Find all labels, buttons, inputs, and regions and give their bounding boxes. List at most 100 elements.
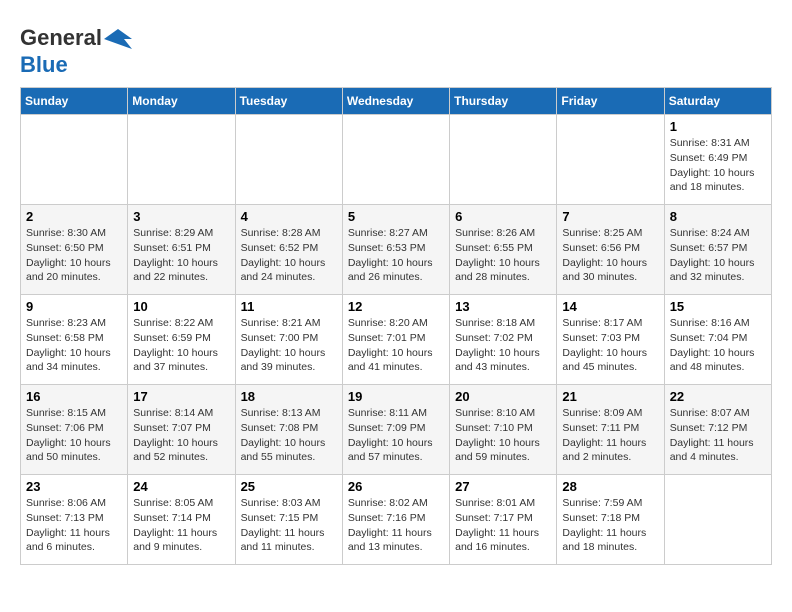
day-number: 6	[455, 209, 551, 224]
day-info: Sunrise: 8:10 AMSunset: 7:10 PMDaylight:…	[455, 407, 540, 463]
day-info: Sunrise: 8:09 AMSunset: 7:11 PMDaylight:…	[562, 407, 646, 463]
weekday-header-monday: Monday	[128, 88, 235, 115]
calendar-cell	[342, 115, 449, 205]
weekday-header-tuesday: Tuesday	[235, 88, 342, 115]
day-number: 4	[241, 209, 337, 224]
day-info: Sunrise: 8:07 AMSunset: 7:12 PMDaylight:…	[670, 407, 754, 463]
day-number: 14	[562, 299, 658, 314]
calendar-cell: 27 Sunrise: 8:01 AMSunset: 7:17 PMDaylig…	[450, 475, 557, 565]
calendar-cell	[235, 115, 342, 205]
calendar-cell: 6 Sunrise: 8:26 AMSunset: 6:55 PMDayligh…	[450, 205, 557, 295]
day-info: Sunrise: 8:14 AMSunset: 7:07 PMDaylight:…	[133, 407, 218, 463]
calendar-week-5: 23 Sunrise: 8:06 AMSunset: 7:13 PMDaylig…	[21, 475, 772, 565]
calendar-cell	[21, 115, 128, 205]
day-number: 21	[562, 389, 658, 404]
calendar-cell: 15 Sunrise: 8:16 AMSunset: 7:04 PMDaylig…	[664, 295, 771, 385]
day-number: 3	[133, 209, 229, 224]
day-number: 20	[455, 389, 551, 404]
day-number: 15	[670, 299, 766, 314]
logo-blue: Blue	[20, 52, 68, 77]
calendar-week-3: 9 Sunrise: 8:23 AMSunset: 6:58 PMDayligh…	[21, 295, 772, 385]
calendar-cell: 5 Sunrise: 8:27 AMSunset: 6:53 PMDayligh…	[342, 205, 449, 295]
calendar-cell: 26 Sunrise: 8:02 AMSunset: 7:16 PMDaylig…	[342, 475, 449, 565]
day-number: 22	[670, 389, 766, 404]
calendar-cell: 3 Sunrise: 8:29 AMSunset: 6:51 PMDayligh…	[128, 205, 235, 295]
day-number: 11	[241, 299, 337, 314]
calendar-cell: 9 Sunrise: 8:23 AMSunset: 6:58 PMDayligh…	[21, 295, 128, 385]
calendar-cell: 17 Sunrise: 8:14 AMSunset: 7:07 PMDaylig…	[128, 385, 235, 475]
day-info: Sunrise: 8:31 AMSunset: 6:49 PMDaylight:…	[670, 137, 755, 193]
day-number: 7	[562, 209, 658, 224]
calendar-week-2: 2 Sunrise: 8:30 AMSunset: 6:50 PMDayligh…	[21, 205, 772, 295]
calendar-cell	[450, 115, 557, 205]
calendar-cell: 13 Sunrise: 8:18 AMSunset: 7:02 PMDaylig…	[450, 295, 557, 385]
day-info: Sunrise: 8:17 AMSunset: 7:03 PMDaylight:…	[562, 317, 647, 373]
day-number: 13	[455, 299, 551, 314]
calendar-cell: 24 Sunrise: 8:05 AMSunset: 7:14 PMDaylig…	[128, 475, 235, 565]
day-info: Sunrise: 8:22 AMSunset: 6:59 PMDaylight:…	[133, 317, 218, 373]
day-number: 25	[241, 479, 337, 494]
weekday-header-saturday: Saturday	[664, 88, 771, 115]
day-info: Sunrise: 8:05 AMSunset: 7:14 PMDaylight:…	[133, 497, 217, 553]
calendar-cell: 7 Sunrise: 8:25 AMSunset: 6:56 PMDayligh…	[557, 205, 664, 295]
day-info: Sunrise: 8:23 AMSunset: 6:58 PMDaylight:…	[26, 317, 111, 373]
day-info: Sunrise: 7:59 AMSunset: 7:18 PMDaylight:…	[562, 497, 646, 553]
day-number: 5	[348, 209, 444, 224]
day-number: 8	[670, 209, 766, 224]
day-number: 19	[348, 389, 444, 404]
logo-bird-icon	[104, 25, 132, 53]
day-number: 26	[348, 479, 444, 494]
calendar-cell: 12 Sunrise: 8:20 AMSunset: 7:01 PMDaylig…	[342, 295, 449, 385]
calendar-table: SundayMondayTuesdayWednesdayThursdayFrid…	[20, 87, 772, 565]
calendar-cell: 1 Sunrise: 8:31 AMSunset: 6:49 PMDayligh…	[664, 115, 771, 205]
weekday-header-wednesday: Wednesday	[342, 88, 449, 115]
logo-general: General	[20, 25, 102, 50]
day-info: Sunrise: 8:15 AMSunset: 7:06 PMDaylight:…	[26, 407, 111, 463]
day-number: 16	[26, 389, 122, 404]
calendar-cell: 2 Sunrise: 8:30 AMSunset: 6:50 PMDayligh…	[21, 205, 128, 295]
day-number: 17	[133, 389, 229, 404]
page-header: General Blue	[20, 20, 772, 77]
calendar-cell: 14 Sunrise: 8:17 AMSunset: 7:03 PMDaylig…	[557, 295, 664, 385]
calendar-cell: 10 Sunrise: 8:22 AMSunset: 6:59 PMDaylig…	[128, 295, 235, 385]
calendar-cell: 16 Sunrise: 8:15 AMSunset: 7:06 PMDaylig…	[21, 385, 128, 475]
day-number: 1	[670, 119, 766, 134]
day-number: 2	[26, 209, 122, 224]
calendar-cell: 23 Sunrise: 8:06 AMSunset: 7:13 PMDaylig…	[21, 475, 128, 565]
day-info: Sunrise: 8:20 AMSunset: 7:01 PMDaylight:…	[348, 317, 433, 373]
day-number: 28	[562, 479, 658, 494]
calendar-cell	[128, 115, 235, 205]
calendar-week-1: 1 Sunrise: 8:31 AMSunset: 6:49 PMDayligh…	[21, 115, 772, 205]
calendar-body: 1 Sunrise: 8:31 AMSunset: 6:49 PMDayligh…	[21, 115, 772, 565]
day-info: Sunrise: 8:06 AMSunset: 7:13 PMDaylight:…	[26, 497, 110, 553]
day-info: Sunrise: 8:27 AMSunset: 6:53 PMDaylight:…	[348, 227, 433, 283]
calendar-cell: 8 Sunrise: 8:24 AMSunset: 6:57 PMDayligh…	[664, 205, 771, 295]
day-info: Sunrise: 8:29 AMSunset: 6:51 PMDaylight:…	[133, 227, 218, 283]
day-number: 27	[455, 479, 551, 494]
day-info: Sunrise: 8:13 AMSunset: 7:08 PMDaylight:…	[241, 407, 326, 463]
day-info: Sunrise: 8:25 AMSunset: 6:56 PMDaylight:…	[562, 227, 647, 283]
calendar-cell: 28 Sunrise: 7:59 AMSunset: 7:18 PMDaylig…	[557, 475, 664, 565]
day-number: 9	[26, 299, 122, 314]
calendar-week-4: 16 Sunrise: 8:15 AMSunset: 7:06 PMDaylig…	[21, 385, 772, 475]
day-info: Sunrise: 8:26 AMSunset: 6:55 PMDaylight:…	[455, 227, 540, 283]
day-info: Sunrise: 8:16 AMSunset: 7:04 PMDaylight:…	[670, 317, 755, 373]
day-info: Sunrise: 8:03 AMSunset: 7:15 PMDaylight:…	[241, 497, 325, 553]
weekday-header-thursday: Thursday	[450, 88, 557, 115]
day-info: Sunrise: 8:02 AMSunset: 7:16 PMDaylight:…	[348, 497, 432, 553]
logo: General Blue	[20, 25, 134, 77]
day-info: Sunrise: 8:21 AMSunset: 7:00 PMDaylight:…	[241, 317, 326, 373]
calendar-cell: 18 Sunrise: 8:13 AMSunset: 7:08 PMDaylig…	[235, 385, 342, 475]
day-number: 10	[133, 299, 229, 314]
day-info: Sunrise: 8:18 AMSunset: 7:02 PMDaylight:…	[455, 317, 540, 373]
day-info: Sunrise: 8:28 AMSunset: 6:52 PMDaylight:…	[241, 227, 326, 283]
day-number: 18	[241, 389, 337, 404]
calendar-cell	[664, 475, 771, 565]
day-info: Sunrise: 8:01 AMSunset: 7:17 PMDaylight:…	[455, 497, 539, 553]
calendar-cell: 21 Sunrise: 8:09 AMSunset: 7:11 PMDaylig…	[557, 385, 664, 475]
day-number: 24	[133, 479, 229, 494]
calendar-cell: 25 Sunrise: 8:03 AMSunset: 7:15 PMDaylig…	[235, 475, 342, 565]
calendar-cell	[557, 115, 664, 205]
calendar-cell: 19 Sunrise: 8:11 AMSunset: 7:09 PMDaylig…	[342, 385, 449, 475]
calendar-cell: 20 Sunrise: 8:10 AMSunset: 7:10 PMDaylig…	[450, 385, 557, 475]
